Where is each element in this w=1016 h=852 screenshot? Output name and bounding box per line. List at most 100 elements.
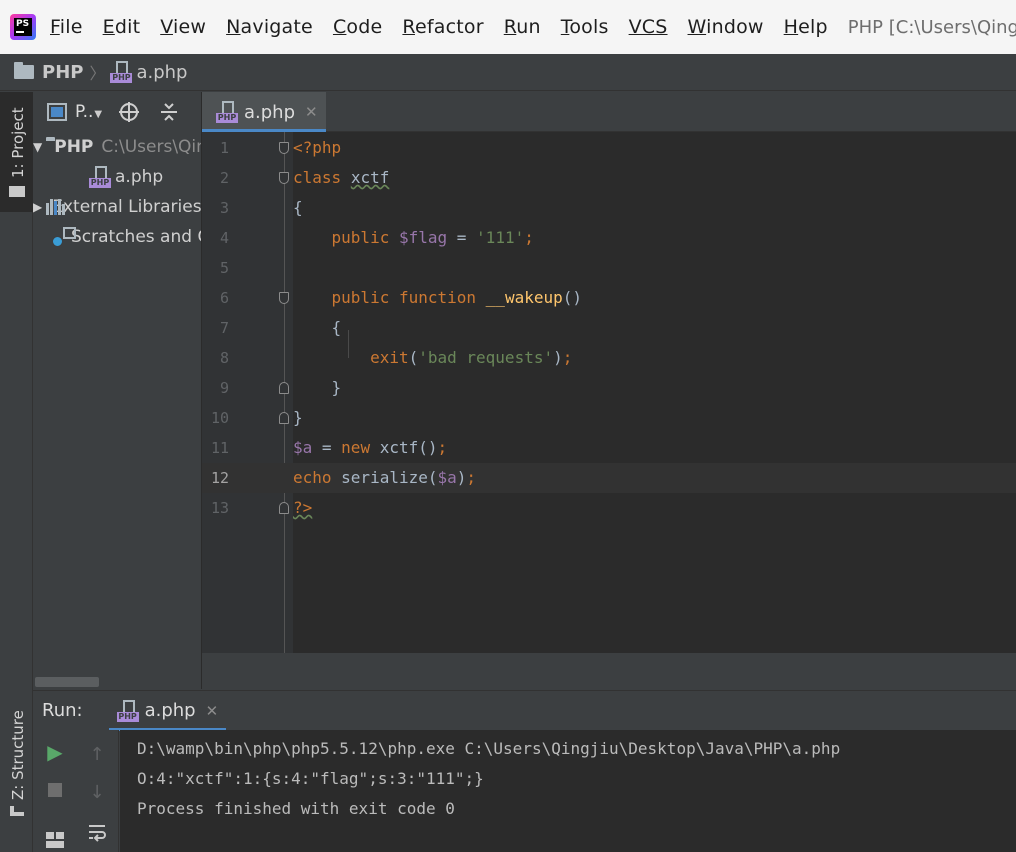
close-icon[interactable]: ✕ <box>305 103 318 121</box>
line-number: 2 <box>219 169 229 187</box>
menu-edit[interactable]: Edit <box>103 16 141 38</box>
close-icon[interactable]: ✕ <box>206 702 219 720</box>
run-label: Run: <box>42 700 83 721</box>
line-number: 3 <box>219 199 229 217</box>
tree-item-label: External Libraries <box>52 197 202 217</box>
php-file-icon: PHP <box>110 61 133 83</box>
code-line: 6 public function __wakeup() <box>202 283 1016 313</box>
menu-file[interactable]: File <box>50 16 83 38</box>
code-line: 7 { <box>202 313 1016 343</box>
window-title: PHP [C:\Users\Qingjiu\Desktop\Java\PHP] … <box>847 16 1016 38</box>
menu-navigate[interactable]: Navigate <box>226 16 313 38</box>
dropdown-arrow-icon[interactable]: ▼ <box>94 109 102 120</box>
breadcrumb-project[interactable]: PHP <box>42 62 83 83</box>
menu-refactor[interactable]: Refactor <box>402 16 483 38</box>
code-line: 4 public $flag = '111'; <box>202 223 1016 253</box>
tree-item-a-php[interactable]: PHP a.php <box>33 162 201 192</box>
locate-target-icon[interactable] <box>118 101 140 123</box>
console-line-command: D:\wamp\bin\php\php5.5.12\php.exe C:\Use… <box>137 739 841 758</box>
breadcrumb-file[interactable]: a.php <box>136 62 187 83</box>
code-line: 11 $a = new xctf(); <box>202 433 1016 463</box>
project-view-icon <box>47 103 67 121</box>
code-line: 5 <box>202 253 1016 283</box>
menu-view[interactable]: View <box>160 16 206 38</box>
run-toolbar: ▶ ↑ ↓ <box>33 730 119 852</box>
menu-run[interactable]: Run <box>504 16 541 38</box>
tree-item-project-root[interactable]: ▼ PHP C:\Users\Qingjiu\Desktop\Java\PHP <box>33 132 201 162</box>
up-arrow-icon[interactable]: ↑ <box>85 742 109 766</box>
tree-item-label: Scratches and Consoles <box>71 227 201 247</box>
fold-icon[interactable] <box>279 142 289 154</box>
fold-icon[interactable] <box>279 172 289 184</box>
editor-bottom-area <box>202 653 1016 689</box>
fold-icon[interactable] <box>279 382 289 394</box>
editor-tab-bar: PHP a.php ✕ <box>202 92 1016 132</box>
project-view-selector[interactable]: P.. <box>75 102 93 122</box>
tree-item-path: C:\Users\Qingjiu\Desktop\Java\PHP <box>101 137 201 157</box>
fold-icon[interactable] <box>279 412 289 424</box>
line-number: 5 <box>219 259 229 277</box>
run-tab-a-php[interactable]: PHP a.php ✕ <box>108 691 227 731</box>
code-editor[interactable]: 1 <?php 2 class xctf 3 { 4 public $flag … <box>202 132 1016 653</box>
run-console[interactable]: D:\wamp\bin\php\php5.5.12\php.exe C:\Use… <box>120 730 1016 852</box>
menu-window[interactable]: Window <box>688 16 764 38</box>
console-line-exit: Process finished with exit code 0 <box>137 799 455 818</box>
tab-label: a.php <box>244 101 296 123</box>
line-number: 7 <box>219 319 229 337</box>
rerun-icon[interactable]: ▶ <box>43 740 67 764</box>
breadcrumb-separator-icon: 〉 <box>89 64 106 83</box>
fold-icon[interactable] <box>279 502 289 514</box>
project-tool-button[interactable]: 1: Project <box>0 92 33 212</box>
code-line: 9 } <box>202 373 1016 403</box>
code-line: 3 { <box>202 193 1016 223</box>
tab-label: a.php <box>144 700 196 721</box>
soft-wrap-icon[interactable] <box>85 820 109 844</box>
code-line: 10 } <box>202 403 1016 433</box>
stop-icon[interactable] <box>43 778 67 802</box>
line-number: 8 <box>219 349 229 367</box>
line-number: 1 <box>219 139 229 157</box>
collapse-all-icon[interactable] <box>158 101 180 123</box>
tree-item-external-libraries[interactable]: ▶ External Libraries <box>33 192 201 222</box>
folder-icon <box>14 62 34 79</box>
php-file-icon: PHP <box>89 166 111 188</box>
menu-tools[interactable]: Tools <box>561 16 609 38</box>
tree-item-label: a.php <box>115 167 164 187</box>
line-number: 12 <box>210 469 229 487</box>
line-number: 10 <box>210 409 229 427</box>
breadcrumb: PHP 〉 PHP a.php <box>0 54 1016 91</box>
menu-vcs[interactable]: VCS <box>629 16 668 38</box>
project-toolbar: P.. ▼ <box>33 92 201 132</box>
line-number: 4 <box>219 229 229 247</box>
expand-arrow-icon[interactable]: ▼ <box>33 140 42 154</box>
structure-tool-label: Z: Structure <box>9 710 27 800</box>
line-number: 11 <box>210 439 229 457</box>
folder-icon <box>9 186 25 197</box>
menu-help[interactable]: Help <box>784 16 828 38</box>
project-panel: P.. ▼ ▼ PHP C:\Users\Qingjiu\Desktop\Jav… <box>33 92 202 689</box>
code-line: 1 <?php <box>202 133 1016 163</box>
horizontal-scrollbar[interactable] <box>35 677 99 687</box>
menu-bar: PS File Edit View Navigate Code Refactor… <box>0 0 1016 54</box>
layout-icon[interactable] <box>43 828 67 852</box>
tree-item-scratches[interactable]: Scratches and Consoles <box>33 222 201 252</box>
line-number: 13 <box>210 499 229 517</box>
tree-item-label: PHP <box>54 137 94 157</box>
down-arrow-icon[interactable]: ↓ <box>85 780 109 804</box>
php-file-icon: PHP <box>216 101 238 123</box>
phpstorm-logo-icon[interactable]: PS <box>10 14 36 40</box>
menu-code[interactable]: Code <box>333 16 382 38</box>
run-panel-header: Run: PHP a.php ✕ <box>33 690 1016 731</box>
editor-tab-a-php[interactable]: PHP a.php ✕ <box>202 92 326 132</box>
fold-icon[interactable] <box>279 292 289 304</box>
line-number: 9 <box>219 379 229 397</box>
structure-tool-button[interactable]: Z: Structure <box>0 692 33 842</box>
code-line: 8 exit('bad requests'); <box>202 343 1016 373</box>
left-tool-stripe: 1: Project Z: Structure <box>0 92 33 852</box>
expand-arrow-icon[interactable]: ▶ <box>33 200 42 214</box>
console-line-output: O:4:"xctf":1:{s:4:"flag";s:3:"111";} <box>137 769 484 788</box>
line-number: 6 <box>219 289 229 307</box>
php-file-icon: PHP <box>116 699 139 722</box>
code-line: 13 ?> <box>202 493 1016 523</box>
code-line-current: 12 echo serialize($a); <box>202 463 1016 493</box>
